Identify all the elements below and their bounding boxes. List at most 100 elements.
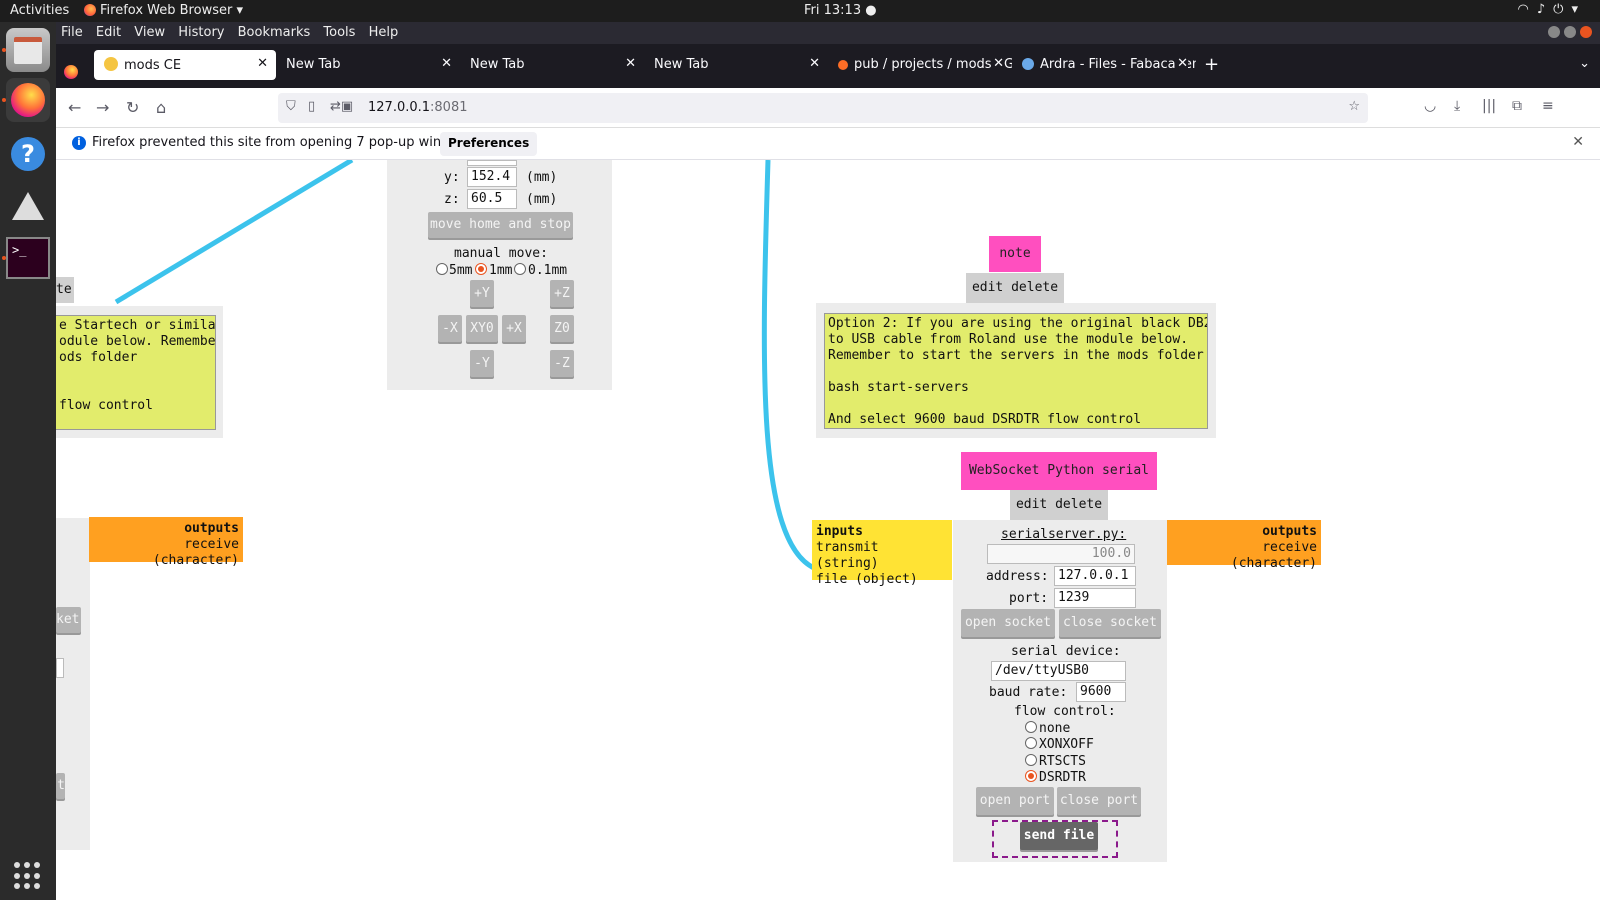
close-socket-button[interactable]: close socket xyxy=(1059,609,1161,637)
serial-edit-delete[interactable]: edit delete xyxy=(1010,490,1108,520)
close-notification-icon[interactable]: ✕ xyxy=(1572,134,1584,150)
system-tray[interactable]: ◠♪⏻▾ xyxy=(1518,2,1586,17)
tab-bar: mods CE ✕ New Tab ✕ New Tab ✕ New Tab ✕ pub … xyxy=(56,44,1600,88)
tab-gitlab[interactable]: pub / projects / mods · Gi ✕ xyxy=(828,50,1012,80)
files-icon[interactable] xyxy=(6,28,50,72)
inkscape-icon[interactable] xyxy=(6,184,50,228)
chevron-down-icon: ▾ xyxy=(1571,2,1586,17)
close-tab-icon[interactable]: ✕ xyxy=(809,56,820,71)
y-field[interactable]: 152.4 xyxy=(467,167,517,187)
activities-button[interactable]: Activities xyxy=(10,3,69,18)
tab-new-2[interactable]: New Tab ✕ xyxy=(460,50,644,80)
baud-rate-input[interactable]: 9600 xyxy=(1076,682,1126,702)
send-file-button[interactable]: send file xyxy=(1020,822,1098,850)
close-port-button[interactable]: close port xyxy=(1057,787,1141,815)
left-socket-button-fragment[interactable]: ket xyxy=(56,607,81,633)
home-icon[interactable]: ⌂ xyxy=(156,98,166,117)
open-socket-button[interactable]: open socket xyxy=(961,609,1055,637)
firefox-dock-icon[interactable] xyxy=(6,78,50,122)
step-01mm-radio[interactable] xyxy=(514,263,526,275)
open-port-button[interactable]: open port xyxy=(976,787,1054,815)
note-edit-delete[interactable]: edit delete xyxy=(966,273,1064,303)
hamburger-menu-icon[interactable]: ≡ xyxy=(1542,98,1554,114)
reload-icon[interactable]: ↻ xyxy=(126,98,139,117)
jog-minus-x-button[interactable]: -X xyxy=(438,315,462,342)
tab-mods-ce[interactable]: mods CE ✕ xyxy=(94,50,276,80)
menu-edit[interactable]: Edit xyxy=(96,25,121,40)
clock[interactable]: Fri 13:13 ● xyxy=(804,3,877,18)
permissions-icon[interactable]: ⇄▣ xyxy=(330,99,353,114)
url-bar[interactable]: ⛉ ▯ ⇄▣ 127.0.0.1:8081 ☆ xyxy=(278,93,1368,123)
left-button-fragment[interactable]: t xyxy=(56,773,65,799)
note-textarea[interactable]: Option 2: If you are using the original … xyxy=(824,313,1208,429)
note-module-title[interactable]: note xyxy=(989,236,1041,272)
menu-history[interactable]: History xyxy=(178,25,224,40)
tab-new-1[interactable]: New Tab ✕ xyxy=(276,50,460,80)
step-1mm-radio[interactable] xyxy=(475,263,487,275)
port-input[interactable]: 1239 xyxy=(1054,588,1136,608)
bookmark-star-icon[interactable]: ☆ xyxy=(1348,99,1360,114)
output-receive[interactable]: receive (character) xyxy=(1171,540,1317,572)
flow-xonxoff-radio[interactable] xyxy=(1025,737,1037,749)
serial-module-title[interactable]: WebSocket Python serial xyxy=(961,452,1157,490)
flow-none-radio[interactable] xyxy=(1025,721,1037,733)
minimize-icon[interactable] xyxy=(1548,26,1560,38)
input-transmit[interactable]: transmit (string) xyxy=(816,540,948,572)
close-window-icon[interactable] xyxy=(1580,26,1592,38)
forward-arrow-icon[interactable]: → xyxy=(96,98,109,117)
x-field-fragment[interactable] xyxy=(467,160,517,166)
downloads-icon[interactable]: ⤓ xyxy=(1454,98,1460,114)
step-5mm-radio[interactable] xyxy=(436,263,448,275)
serialserver-link[interactable]: serialserver.py: xyxy=(1001,527,1126,542)
menu-file[interactable]: File xyxy=(61,25,83,40)
jog-xy0-button[interactable]: XY0 xyxy=(466,315,498,342)
tab-new-3[interactable]: New Tab ✕ xyxy=(644,50,828,80)
close-tab-icon[interactable]: ✕ xyxy=(1175,56,1188,71)
close-tab-icon[interactable]: ✕ xyxy=(257,56,268,71)
jog-z0-button[interactable]: Z0 xyxy=(550,315,574,342)
maximize-icon[interactable] xyxy=(1564,26,1576,38)
list-tabs-chevron-icon[interactable]: ⌄ xyxy=(1579,56,1590,71)
popup-blocked-notification: i Firefox prevented this site from openi… xyxy=(56,128,1600,160)
tab-ardra[interactable]: Ardra - Files - Fabacadem ✕ xyxy=(1012,50,1196,80)
menu-bookmarks[interactable]: Bookmarks xyxy=(238,25,311,40)
move-home-button[interactable]: move home and stop xyxy=(428,212,573,238)
menu-view[interactable]: View xyxy=(134,25,165,40)
mods-canvas[interactable]: te e Startech or similar odule below. Re… xyxy=(56,160,1600,900)
pocket-icon[interactable]: ◡ xyxy=(1424,98,1436,114)
preferences-button[interactable]: Preferences xyxy=(440,132,538,156)
jog-plus-z-button[interactable]: +Z xyxy=(550,280,574,307)
jog-minus-y-button[interactable]: -Y xyxy=(470,350,494,377)
close-tab-icon[interactable]: ✕ xyxy=(991,56,1004,71)
shield-icon[interactable]: ⛉ xyxy=(286,99,296,114)
flow-rtscts-radio[interactable] xyxy=(1025,754,1037,766)
flow-dsrdtr-radio[interactable] xyxy=(1025,770,1037,782)
extensions-icon[interactable]: ⧉ xyxy=(1512,98,1522,114)
terminal-icon[interactable] xyxy=(6,236,50,280)
jog-plus-x-button[interactable]: +X xyxy=(502,315,526,342)
show-applications-icon[interactable] xyxy=(14,862,42,890)
left-outputs-box[interactable]: outputs receive (character) xyxy=(89,517,243,568)
app-menu[interactable]: Firefox Web Browser ▾ xyxy=(84,3,243,18)
jog-minus-z-button[interactable]: -Z xyxy=(550,350,574,377)
help-icon[interactable] xyxy=(6,132,50,176)
serial-device-input[interactable]: /dev/ttyUSB0 xyxy=(991,661,1126,681)
left-note-text[interactable]: e Startech or similar odule below. Remem… xyxy=(56,315,216,430)
url-text[interactable]: 127.0.0.1:8081 xyxy=(368,100,468,115)
library-icon[interactable]: ||| xyxy=(1482,98,1496,114)
menu-tools[interactable]: Tools xyxy=(323,25,355,40)
jog-plus-y-button[interactable]: +Y xyxy=(470,280,494,307)
close-tab-icon[interactable]: ✕ xyxy=(441,56,452,71)
page-icon[interactable]: ▯ xyxy=(308,99,315,114)
left-field-fragment[interactable] xyxy=(56,658,64,678)
z-field[interactable]: 60.5 xyxy=(467,189,517,209)
close-tab-icon[interactable]: ✕ xyxy=(625,56,636,71)
navigation-toolbar: ← → ↻ ⌂ ⛉ ▯ ⇄▣ 127.0.0.1:8081 ☆ ◡ ⤓ ||| … xyxy=(56,88,1600,128)
back-arrow-icon[interactable]: ← xyxy=(68,98,81,117)
new-tab-plus-icon[interactable]: + xyxy=(1204,54,1219,75)
address-input[interactable]: 127.0.0.1 xyxy=(1054,566,1136,586)
firefox-view-icon[interactable] xyxy=(64,65,78,79)
input-file[interactable]: file (object) xyxy=(816,572,948,588)
left-module-header-fragment[interactable]: te xyxy=(56,277,74,303)
menu-help[interactable]: Help xyxy=(369,25,399,40)
